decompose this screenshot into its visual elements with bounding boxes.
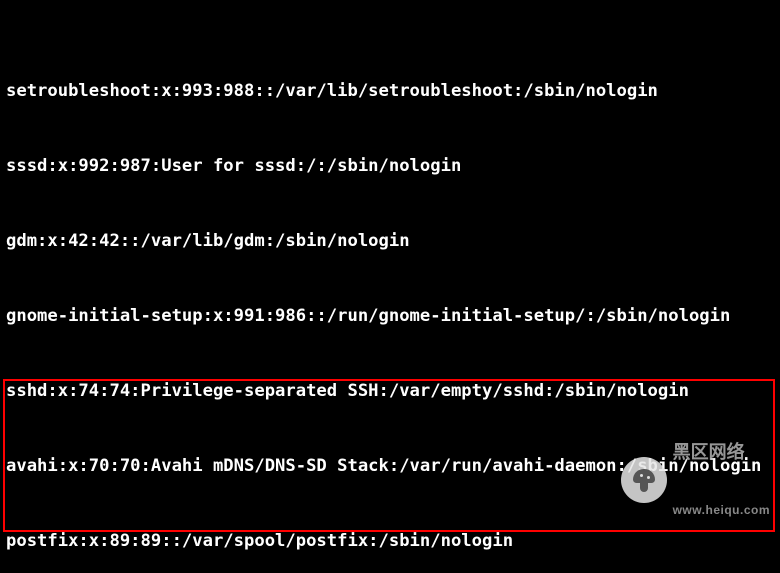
terminal-window[interactable]: setroubleshoot:x:993:988::/var/lib/setro… <box>0 0 780 573</box>
output-line: gdm:x:42:42::/var/lib/gdm:/sbin/nologin <box>6 229 774 254</box>
output-line: gnome-initial-setup:x:991:986::/run/gnom… <box>6 304 774 329</box>
output-line: postfix:x:89:89::/var/spool/postfix:/sbi… <box>6 529 774 554</box>
output-line: avahi:x:70:70:Avahi mDNS/DNS-SD Stack:/v… <box>6 454 774 479</box>
output-line: setroubleshoot:x:993:988::/var/lib/setro… <box>6 79 774 104</box>
output-line: sshd:x:74:74:Privilege-separated SSH:/va… <box>6 379 774 404</box>
watermark-text-line2: www.heiqu.com <box>673 504 770 517</box>
output-line: sssd:x:992:987:User for sssd:/:/sbin/nol… <box>6 154 774 179</box>
